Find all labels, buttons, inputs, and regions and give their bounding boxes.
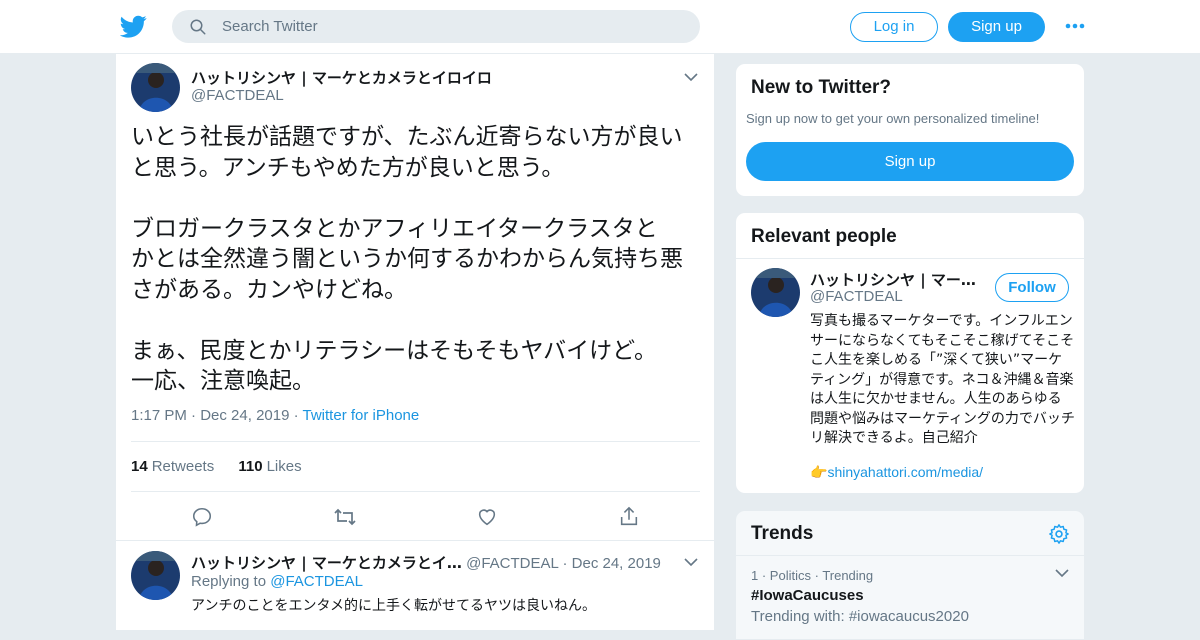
- search-icon: [190, 19, 206, 35]
- reply-author-name[interactable]: ハットリシンヤ | マーケとカメラとイ…: [191, 554, 462, 572]
- tweet-column: ハットリシンヤ | マーケとカメラとイロイロ @FACTDEAL いとう社長が話…: [115, 54, 715, 630]
- tweet-stats: 14 Retweets 110 Likes: [131, 458, 302, 475]
- follow-button[interactable]: Follow: [995, 273, 1069, 302]
- retweets-count: 14: [131, 458, 148, 475]
- trends-card: Trends 1 · Politics · Trending #IowaCauc…: [735, 510, 1085, 640]
- bio-link-text[interactable]: shinyahattori.com/media/: [827, 464, 983, 480]
- card-title: New to Twitter?: [751, 77, 892, 98]
- tweet-author-handle[interactable]: @FACTDEAL: [191, 87, 284, 104]
- tweet-author-name[interactable]: ハットリシンヤ | マーケとカメラとイロイロ: [191, 67, 492, 88]
- search-box[interactable]: [172, 10, 700, 43]
- reply-icon[interactable]: [191, 506, 213, 528]
- likes-count: 110: [238, 458, 263, 475]
- divider: [736, 555, 1084, 556]
- top-bar: Log in Sign up: [0, 0, 1200, 54]
- reply-text: アンチのことをエンタメ的に上手く転がせてるヤツは良いねん。: [191, 598, 597, 614]
- retweets-stat[interactable]: 14 Retweets: [131, 458, 214, 475]
- tweet-date: Dec 24, 2019: [200, 407, 290, 424]
- trend-with[interactable]: Trending with: #iowacaucus2020: [751, 608, 969, 625]
- reply-header: ハットリシンヤ | マーケとカメラとイ… @FACTDEAL · Dec 24,…: [191, 554, 661, 572]
- trend-category: Politics: [769, 568, 811, 583]
- divider: [131, 491, 700, 492]
- new-to-twitter-card: New to Twitter? Sign up now to get your …: [735, 63, 1085, 197]
- gear-icon[interactable]: [1048, 523, 1070, 545]
- replying-label: Replying to: [191, 573, 267, 590]
- avatar[interactable]: [751, 268, 800, 317]
- reply-author-handle[interactable]: @FACTDEAL: [466, 555, 558, 572]
- person-name[interactable]: ハットリシンヤ | マー…: [810, 269, 980, 290]
- reply-date[interactable]: Dec 24, 2019: [572, 555, 661, 572]
- tweet-text: いとう社長が話題ですが、たぶん近寄らない方が良い と思う。アンチもやめた方が良い…: [131, 124, 683, 394]
- replying-to: Replying to @FACTDEAL: [191, 573, 363, 590]
- card-subtitle: Sign up now to get your own personalized…: [746, 111, 1040, 126]
- likes-stat[interactable]: 110 Likes: [238, 458, 301, 475]
- divider: [131, 441, 700, 442]
- likes-label: Likes: [266, 458, 302, 475]
- retweet-icon[interactable]: [333, 506, 357, 528]
- person-bio: 写真も撮るマーケターです。インフルエンサーにならなくてもそこそこ稼げてそこそこ人…: [810, 313, 1075, 446]
- search-input[interactable]: [222, 10, 682, 43]
- pointing-hand-icon: 👉: [810, 464, 828, 480]
- card-title: Relevant people: [751, 226, 897, 247]
- divider: [116, 540, 714, 541]
- signup-button[interactable]: Sign up: [948, 12, 1045, 42]
- twitter-bird-icon[interactable]: [120, 13, 147, 40]
- share-icon[interactable]: [618, 506, 640, 528]
- trend-status: Trending: [822, 568, 874, 583]
- more-dots-icon[interactable]: [1064, 16, 1086, 36]
- chevron-down-icon[interactable]: [684, 72, 698, 82]
- person-handle[interactable]: @FACTDEAL: [810, 288, 903, 305]
- replying-to-link[interactable]: @FACTDEAL: [270, 573, 363, 590]
- divider: [736, 258, 1084, 259]
- relevant-people-card: Relevant people ハットリシンヤ | マー… @FACTDEAL …: [735, 212, 1085, 494]
- tweet-time: 1:17 PM: [131, 407, 187, 424]
- chevron-down-icon[interactable]: [1055, 568, 1069, 578]
- trend-rank: 1: [751, 568, 759, 583]
- signup-big-button[interactable]: Sign up: [746, 142, 1074, 181]
- avatar[interactable]: [131, 63, 180, 112]
- tweet-timestamp[interactable]: 1:17 PM · Dec 24, 2019 · Twitter for iPh…: [131, 407, 419, 424]
- card-title: Trends: [751, 523, 814, 544]
- trend-name[interactable]: #IowaCaucuses: [751, 587, 864, 604]
- retweets-label: Retweets: [151, 458, 215, 475]
- like-heart-icon[interactable]: [476, 506, 498, 528]
- reply-avatar[interactable]: [131, 551, 180, 600]
- login-button[interactable]: Log in: [850, 12, 938, 42]
- chevron-down-icon[interactable]: [684, 557, 698, 567]
- bio-link[interactable]: 👉shinyahattori.com/media/: [810, 464, 983, 481]
- tweet-source-link[interactable]: Twitter for iPhone: [303, 407, 420, 424]
- trend-meta: 1 · Politics · Trending: [751, 568, 874, 583]
